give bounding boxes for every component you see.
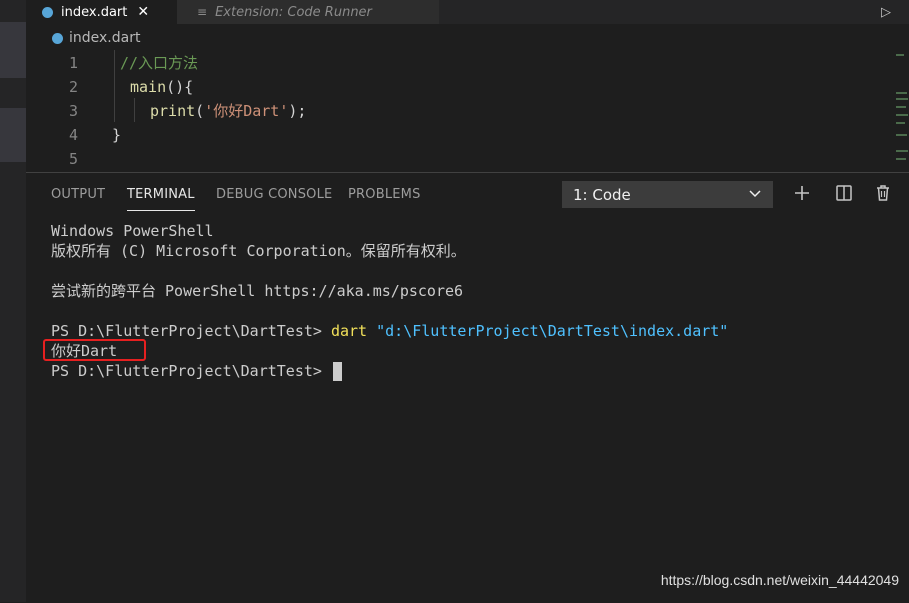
activity-item[interactable] (0, 22, 26, 78)
code-text: main(){ (130, 75, 193, 99)
tab-extension-code-runner[interactable]: ≡ Extension: Code Runner (176, 0, 439, 24)
terminal-cursor (332, 362, 342, 381)
code-punct: ); (288, 102, 307, 120)
code-text: } (112, 126, 122, 144)
close-icon[interactable]: ✕ (137, 4, 149, 20)
code-line: 5 (26, 147, 886, 171)
line-number: 3 (68, 102, 78, 120)
trash-icon[interactable] (872, 182, 894, 204)
activity-item[interactable] (0, 108, 26, 162)
preview-icon: ≡ (197, 5, 208, 19)
tab-debug-console[interactable]: DEBUG CONSOLE (216, 187, 332, 202)
line-number: 1 (68, 54, 78, 72)
code-string: '你好Dart' (204, 102, 289, 120)
code-text: print('你好Dart'); (150, 99, 306, 123)
activity-bar (0, 0, 26, 602)
terminal-prompt-line: PS D:\FlutterProject\DartTest> (51, 361, 342, 381)
code-line: 2 main(){ (26, 75, 886, 99)
code-line: 1 //入口方法 (26, 51, 886, 75)
minimap-line (896, 122, 905, 124)
code-function: print (150, 102, 196, 120)
tab-output[interactable]: OUTPUT (51, 187, 105, 202)
terminal-command: dart (330, 322, 368, 340)
minimap-line (896, 54, 904, 56)
terminal-command-line: PS D:\FlutterProject\DartTest> dart "d:\… (51, 321, 728, 341)
terminal-select-value: 1: Code (573, 185, 631, 204)
line-number: 4 (68, 126, 78, 144)
plus-icon[interactable] (791, 182, 813, 204)
code-line: 3 print('你好Dart'); (26, 99, 886, 123)
code-punct: ( (195, 102, 205, 120)
tab-label: index.dart (61, 4, 128, 20)
terminal-argument: "d:\FlutterProject\DartTest\index.dart" (376, 322, 729, 340)
editor-tab-bar: index.dart ✕ ≡ Extension: Code Runner ▷ (26, 0, 909, 24)
highlight-annotation (43, 339, 146, 361)
code-function: main (130, 78, 167, 96)
terminal-prompt: PS D:\FlutterProject\DartTest> (51, 322, 331, 340)
line-number: 5 (68, 150, 78, 168)
dart-file-icon (42, 6, 53, 18)
minimap-line (896, 98, 908, 100)
bottom-panel: OUTPUT TERMINAL DEBUG CONSOLE PROBLEMS 1… (26, 172, 909, 603)
tab-label: Extension: Code Runner (215, 4, 372, 20)
terminal-prompt: PS D:\FlutterProject\DartTest> (51, 362, 331, 380)
minimap[interactable] (894, 50, 909, 172)
tab-index-dart[interactable]: index.dart ✕ (26, 0, 176, 24)
code-comment: //入口方法 (120, 54, 199, 72)
breadcrumb-file: index.dart (69, 30, 141, 46)
run-icon[interactable]: ▷ (881, 0, 891, 24)
code-line: 4 } (26, 123, 886, 147)
dart-file-icon (52, 32, 63, 44)
code-punct: (){ (166, 78, 194, 96)
split-icon[interactable] (833, 182, 855, 204)
minimap-line (896, 158, 906, 160)
tab-terminal[interactable]: TERMINAL (127, 187, 195, 211)
breadcrumb[interactable]: index.dart (52, 29, 140, 47)
minimap-line (896, 92, 907, 94)
chevron-down-icon (748, 186, 762, 204)
minimap-line (896, 134, 907, 136)
terminal-line: Windows PowerShell (51, 222, 214, 240)
tab-problems[interactable]: PROBLEMS (348, 187, 421, 202)
terminal-line: 尝试新的跨平台 PowerShell https://aka.ms/pscore… (51, 282, 464, 300)
watermark-text: https://blog.csdn.net/weixin_44442049 (660, 572, 899, 588)
minimap-line (896, 114, 908, 116)
code-editor[interactable]: 1 //入口方法 2 main(){ 3 print('你好Dart'); 4 … (26, 50, 894, 172)
minimap-line (896, 150, 908, 152)
line-number: 2 (68, 78, 78, 96)
terminal-select[interactable]: 1: Code (562, 181, 773, 208)
minimap-line (896, 106, 906, 108)
terminal-line: 版权所有 (C) Microsoft Corporation。保留所有权利。 (51, 242, 466, 260)
